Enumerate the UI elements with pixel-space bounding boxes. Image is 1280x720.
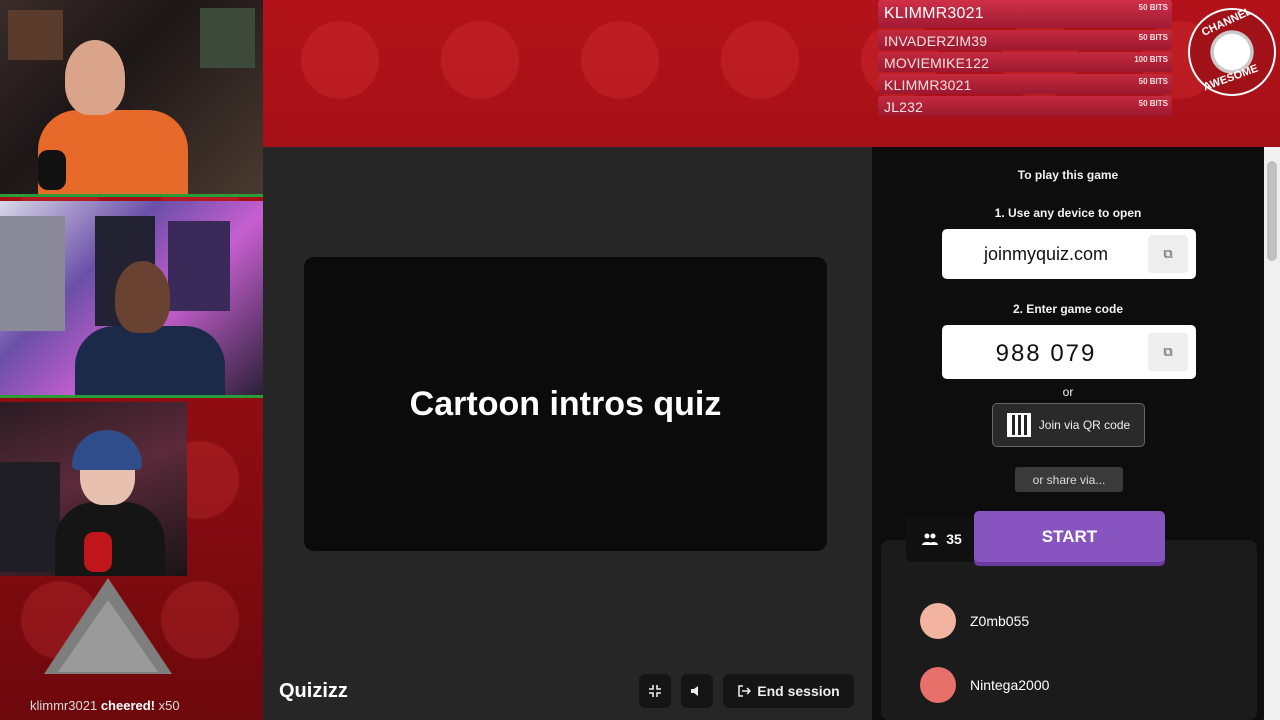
qr-code-icon — [1006, 413, 1031, 437]
copy-icon: ⧉ — [1163, 344, 1173, 359]
join-url: joinmyquiz.com — [983, 244, 1109, 264]
player-count: 35 — [906, 516, 978, 562]
person-head — [65, 40, 125, 115]
microphone — [38, 150, 66, 190]
quizizz-logo: Quizizz — [279, 680, 348, 702]
cheer-notification: klimmr3021 cheered! x50 — [30, 698, 180, 713]
game-code-box[interactable]: 988 079 ⧉ — [942, 325, 1196, 379]
avatar — [920, 667, 956, 703]
avatar — [920, 603, 956, 639]
person-body — [75, 326, 225, 395]
poster — [168, 221, 230, 311]
bits-amount: 50 BITS — [1138, 77, 1168, 86]
webcam-host-2 — [0, 201, 263, 398]
bits-amount: 100 BITS — [1134, 55, 1168, 64]
bits-row: INVADERZIM39 50 BITS — [878, 30, 1172, 50]
qr-label: Join via QR code — [1038, 418, 1131, 432]
start-label: START — [1041, 526, 1098, 546]
person-hair — [72, 430, 142, 470]
bits-user: KLIMMR3021 — [884, 77, 972, 93]
copy-url-button[interactable]: ⧉ — [1148, 235, 1188, 273]
join-qr-button[interactable]: Join via QR code — [992, 403, 1145, 447]
cheer-user: klimmr3021 — [30, 698, 98, 713]
bits-amount: 50 BITS — [1138, 33, 1168, 42]
quizizz-host-screen: Cartoon intros quiz Quizizz End session … — [263, 147, 1280, 720]
person-head — [115, 261, 170, 333]
list-item: Z0mb055 — [920, 603, 1029, 639]
copy-code-button[interactable]: ⧉ — [1148, 333, 1188, 371]
bits-row: MOVIEMIKE122 100 BITS — [878, 52, 1172, 72]
channel-logo-icon: CHANNEL AWESOME — [1188, 5, 1276, 96]
scrollbar[interactable] — [1264, 147, 1280, 720]
bits-amount: 50 BITS — [1138, 3, 1168, 12]
bits-user: INVADERZIM39 — [884, 33, 988, 49]
users-icon — [922, 533, 939, 545]
exit-icon — [738, 685, 752, 697]
end-session-label: End session — [757, 683, 840, 699]
volume-icon — [691, 686, 698, 696]
list-item: Nintega2000 — [920, 667, 1049, 703]
join-step-2: 2. Enter game code — [1012, 302, 1124, 316]
bits-user: MOVIEMIKE122 — [884, 55, 990, 71]
shelf — [0, 462, 60, 572]
join-panel: To play this game 1. Use any device to o… — [872, 147, 1264, 720]
player-name: Nintega2000 — [970, 677, 1050, 693]
bits-row: KLIMMR3021 50 BITS — [878, 0, 1172, 28]
join-heading: To play this game — [1017, 168, 1119, 182]
bits-leaderboard: KLIMMR3021 50 BITS INVADERZIM39 50 BITS … — [878, 0, 1172, 118]
start-button[interactable]: START — [974, 511, 1165, 562]
player-name: Z0mb055 — [970, 613, 1030, 629]
bits-amount: 50 BITS — [1138, 99, 1168, 108]
bits-user: KLIMMR3021 — [884, 5, 984, 22]
or-text: or — [1062, 385, 1074, 399]
join-step-1: 1. Use any device to open — [994, 206, 1142, 220]
poster — [8, 10, 63, 60]
fullscreen-button[interactable] — [639, 674, 671, 708]
bits-row: KLIMMR3021 50 BITS — [878, 74, 1172, 94]
poster — [200, 8, 255, 68]
quiz-title: Cartoon intros quiz — [409, 385, 722, 423]
join-url-box[interactable]: joinmyquiz.com ⧉ — [942, 229, 1196, 279]
game-code: 988 079 — [995, 340, 1097, 367]
poster — [0, 216, 65, 331]
webcam-host-1 — [0, 0, 263, 197]
channel-logo-bottom: AWESOME — [1201, 62, 1260, 94]
share-label: or share via... — [1032, 472, 1106, 487]
copy-icon: ⧉ — [1163, 246, 1173, 261]
bits-user: JL232 — [884, 99, 924, 115]
cheer-amount: x50 — [158, 698, 180, 713]
cheer-text: cheered! — [100, 698, 156, 713]
triangle-logo-inner — [58, 600, 158, 672]
share-button[interactable]: or share via... — [1015, 467, 1123, 492]
webcam-host-3 — [0, 402, 187, 576]
volume-button[interactable] — [681, 674, 713, 708]
player-count-value: 35 — [946, 531, 962, 547]
scrollbar-thumb[interactable] — [1267, 161, 1277, 261]
quiz-title-card: Cartoon intros quiz — [304, 257, 827, 551]
end-session-button[interactable]: End session — [723, 674, 854, 708]
compress-icon — [649, 685, 661, 697]
microphone — [84, 532, 112, 572]
bits-row: JL232 50 BITS — [878, 96, 1172, 116]
